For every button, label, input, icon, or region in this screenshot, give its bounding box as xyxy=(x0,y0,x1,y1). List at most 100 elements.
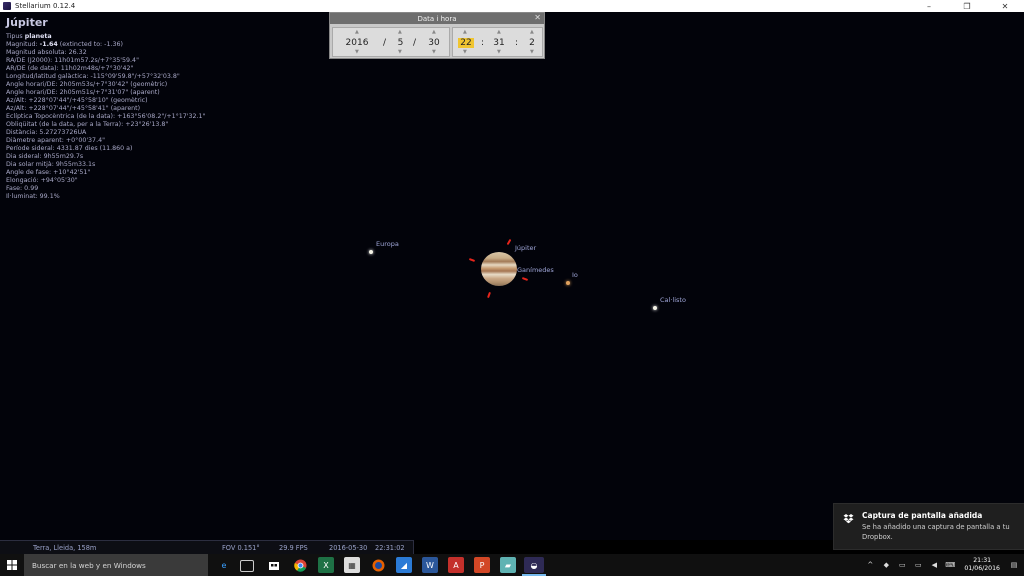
info-line-label: Angle horari/DE: 2h05m51s/+7°31'07" (apa… xyxy=(6,89,160,96)
info-line-label: Període sideral: 4331.87 dies (11.860 a) xyxy=(6,145,133,152)
volume-icon[interactable]: ◀ xyxy=(928,559,940,571)
info-line-label: Tipus xyxy=(6,33,25,40)
stellarium-app-icon xyxy=(3,2,11,10)
acrobat-icon[interactable]: A xyxy=(448,557,464,573)
info-line-label: AR/DE (de data): 11h02m48s/+7°30'42" xyxy=(6,65,134,72)
chevron-up-icon[interactable]: ^ xyxy=(864,559,876,571)
minute-down-arrow-icon[interactable]: ▼ xyxy=(497,49,501,55)
second-down-arrow-icon[interactable]: ▼ xyxy=(530,49,534,55)
photos-icon[interactable]: ◢ xyxy=(396,557,412,573)
minimize-button[interactable]: – xyxy=(910,0,948,12)
taskbar-clock[interactable]: 21:31 01/06/2016 xyxy=(964,557,1000,573)
info-line-label: Dia solar mitjà: 9h55m33.1s xyxy=(6,161,96,168)
info-line: Angle horari/DE: 2h05m51s/+7°31'07" (apa… xyxy=(6,89,306,97)
keyboard-icon[interactable]: ⌨ xyxy=(944,559,956,571)
minute-field[interactable]: 31 xyxy=(490,38,508,48)
dialog-header[interactable]: Data i hora ✕ xyxy=(330,13,544,24)
second-up-arrow-icon[interactable]: ▲ xyxy=(530,29,534,35)
info-line: Elongació: +94°05'30" xyxy=(6,177,306,185)
hour-field[interactable]: 22 xyxy=(458,38,474,48)
month-down-arrow-icon[interactable]: ▼ xyxy=(398,49,402,55)
info-line-label: Distància: 5.27273726UA xyxy=(6,129,87,136)
year-field[interactable]: 2016 xyxy=(342,38,372,48)
clock-time: 21:31 xyxy=(973,557,992,564)
notes-icon[interactable]: ▰ xyxy=(500,557,516,573)
year-up-arrow-icon[interactable]: ▲ xyxy=(355,29,359,35)
chrome-icon[interactable] xyxy=(292,557,308,573)
edge-icon[interactable]: e xyxy=(216,557,232,573)
info-line-label: Az/Alt: +228°07'44"/+45°58'10" (geomètri… xyxy=(6,97,148,104)
day-down-arrow-icon[interactable]: ▼ xyxy=(432,49,436,55)
io-moon[interactable] xyxy=(566,281,570,285)
dialog-close-icon[interactable]: ✕ xyxy=(534,13,541,22)
dropbox-tray-icon[interactable]: ◆ xyxy=(880,559,892,571)
info-line: Diàmetre aparent: +0°00'37.4" xyxy=(6,137,306,145)
time-separator: : xyxy=(515,38,519,48)
info-line: Dia solar mitjà: 9h55m33.1s xyxy=(6,161,306,169)
minute-up-arrow-icon[interactable]: ▲ xyxy=(497,29,501,35)
date-separator: / xyxy=(413,38,417,48)
powerpoint-icon[interactable]: P xyxy=(474,557,490,573)
time-fields: ▲ 22 ▼ : ▲ 31 ▼ : ▲ 2 ▼ xyxy=(452,27,543,57)
window-title-bar: Stellarium 0.12.4 – ❐ ✕ xyxy=(0,0,1024,12)
io-label: Io xyxy=(572,271,578,279)
info-line-label: Longitud/latitud galàctica: -115°09'59.8… xyxy=(6,73,180,80)
search-placeholder: Buscar en la web y en Windows xyxy=(32,560,146,570)
info-line-label: Magnitud absoluta: 26.32 xyxy=(6,49,87,56)
close-window-button[interactable]: ✕ xyxy=(986,0,1024,12)
info-line-value: -1.64 xyxy=(39,41,58,48)
second-field[interactable]: 2 xyxy=(524,38,540,48)
info-line: Angle horari/DE: 2h05m53s/+7°30'42" (geo… xyxy=(6,81,306,89)
info-line-label: Fase: 0.99 xyxy=(6,185,39,192)
info-line-label: Elongació: +94°05'30" xyxy=(6,177,78,184)
hour-down-arrow-icon[interactable]: ▼ xyxy=(463,49,467,55)
year-down-arrow-icon[interactable]: ▼ xyxy=(355,49,359,55)
excel-icon[interactable]: X xyxy=(318,557,334,573)
action-center-icon[interactable]: ▤ xyxy=(1008,559,1020,571)
day-field[interactable]: 30 xyxy=(423,38,445,48)
info-line: Magnitud: -1.64 (extincted to: -1.36) xyxy=(6,41,306,49)
system-tray: ^ ◆ ▭ ▭ ◀ ⌨ 21:31 01/06/2016 ▤ xyxy=(864,554,1024,576)
firefox-icon[interactable] xyxy=(370,557,386,573)
jupiter-planet[interactable] xyxy=(481,252,517,286)
network-icon[interactable]: ▭ xyxy=(896,559,908,571)
notification-message: Se ha añadido una captura de pantalla a … xyxy=(862,523,1010,541)
info-line: Magnitud absoluta: 26.32 xyxy=(6,49,306,57)
window-controls: – ❐ ✕ xyxy=(910,0,1024,12)
info-line: Distància: 5.27273726UA xyxy=(6,129,306,137)
month-up-arrow-icon[interactable]: ▲ xyxy=(398,29,402,35)
info-line-suffix: (extincted to: -1.36) xyxy=(57,41,123,48)
battery-icon[interactable]: ▭ xyxy=(912,559,924,571)
taskbar: Buscar en la web y en Windows e X ▦ ◢ W … xyxy=(0,554,1024,576)
fps-text: 29.9 FPS xyxy=(279,544,308,552)
store-icon[interactable] xyxy=(266,557,282,573)
calculator-icon[interactable]: ▦ xyxy=(344,557,360,573)
info-line: Il·luminat: 99.1% xyxy=(6,193,306,201)
notification-title: Captura de pantalla añadida xyxy=(862,511,983,520)
time-separator: : xyxy=(481,38,485,48)
month-field[interactable]: 5 xyxy=(393,38,408,48)
info-line-label: Angle horari/DE: 2h05m53s/+7°30'42" (geo… xyxy=(6,81,168,88)
info-line-label: Eclíptica Topocèntrica (de la data): +16… xyxy=(6,113,206,120)
word-icon[interactable]: W xyxy=(422,557,438,573)
ganimedes-label: Ganímedes xyxy=(517,266,554,274)
taskbar-search-box[interactable]: Buscar en la web y en Windows xyxy=(24,554,208,576)
europa-moon[interactable] xyxy=(369,250,373,254)
dropbox-notification[interactable]: Captura de pantalla añadida Se ha añadid… xyxy=(833,503,1024,550)
dropbox-icon xyxy=(843,513,854,524)
info-line-value: planeta xyxy=(24,33,52,40)
location-text: Terra, Lleida, 158m xyxy=(33,544,97,552)
info-line-label: Obliqüitat (de la data, per a la Terra):… xyxy=(6,121,169,128)
callisto-moon[interactable] xyxy=(653,306,657,310)
day-up-arrow-icon[interactable]: ▲ xyxy=(432,29,436,35)
hour-up-arrow-icon[interactable]: ▲ xyxy=(463,29,467,35)
info-line: Fase: 0.99 xyxy=(6,185,306,193)
stellarium-taskbar-icon[interactable]: ◒ xyxy=(524,557,544,573)
dialog-body: ▲ 2016 ▼ / ▲ 5 ▼ / ▲ 30 ▼ ▲ 22 ▼ : ▲ 31 … xyxy=(330,24,544,58)
info-line-label: Az/Alt: +228°07'44"/+45°58'41" (aparent) xyxy=(6,105,141,112)
info-line: Obliqüitat (de la data, per a la Terra):… xyxy=(6,121,306,129)
maximize-button[interactable]: ❐ xyxy=(948,0,986,12)
info-line: Angle de fase: +10°42'51" xyxy=(6,169,306,177)
windows-start-icon[interactable] xyxy=(0,554,24,576)
file-explorer-icon[interactable] xyxy=(240,560,254,572)
